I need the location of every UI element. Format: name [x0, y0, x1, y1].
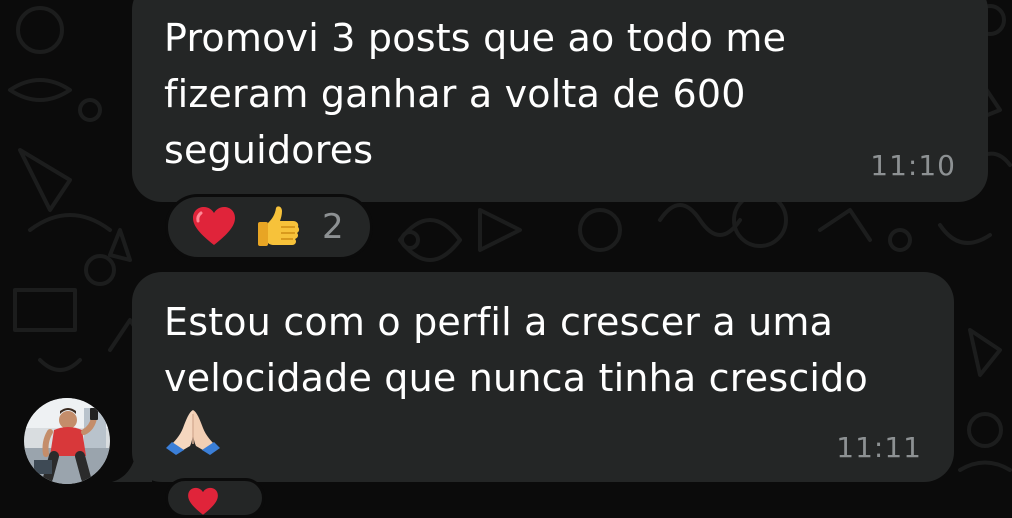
message-bubble[interactable]: Estou com o perfil a crescer a uma veloc…: [132, 272, 954, 482]
message-bubble[interactable]: Promovi 3 posts que ao todo me fizeram g…: [132, 0, 988, 202]
thumbs-up-icon: [258, 206, 300, 246]
message-text: Promovi 3 posts que ao todo me fizeram g…: [164, 16, 787, 172]
message-timestamp: 11:11: [836, 431, 922, 464]
bubble-tail: [112, 452, 152, 482]
folded-hands-icon: [166, 410, 220, 455]
reactions-bar[interactable]: [165, 478, 265, 518]
message-timestamp: 11:10: [870, 149, 956, 182]
avatar-photo: [24, 398, 110, 484]
red-heart-icon: [188, 487, 218, 515]
red-heart-icon: [193, 207, 235, 245]
reactions-bar[interactable]: 2: [165, 194, 373, 260]
sender-avatar[interactable]: [24, 398, 110, 484]
reaction-count: 2: [322, 207, 344, 247]
message-text: Estou com o perfil a crescer a uma veloc…: [164, 300, 868, 400]
